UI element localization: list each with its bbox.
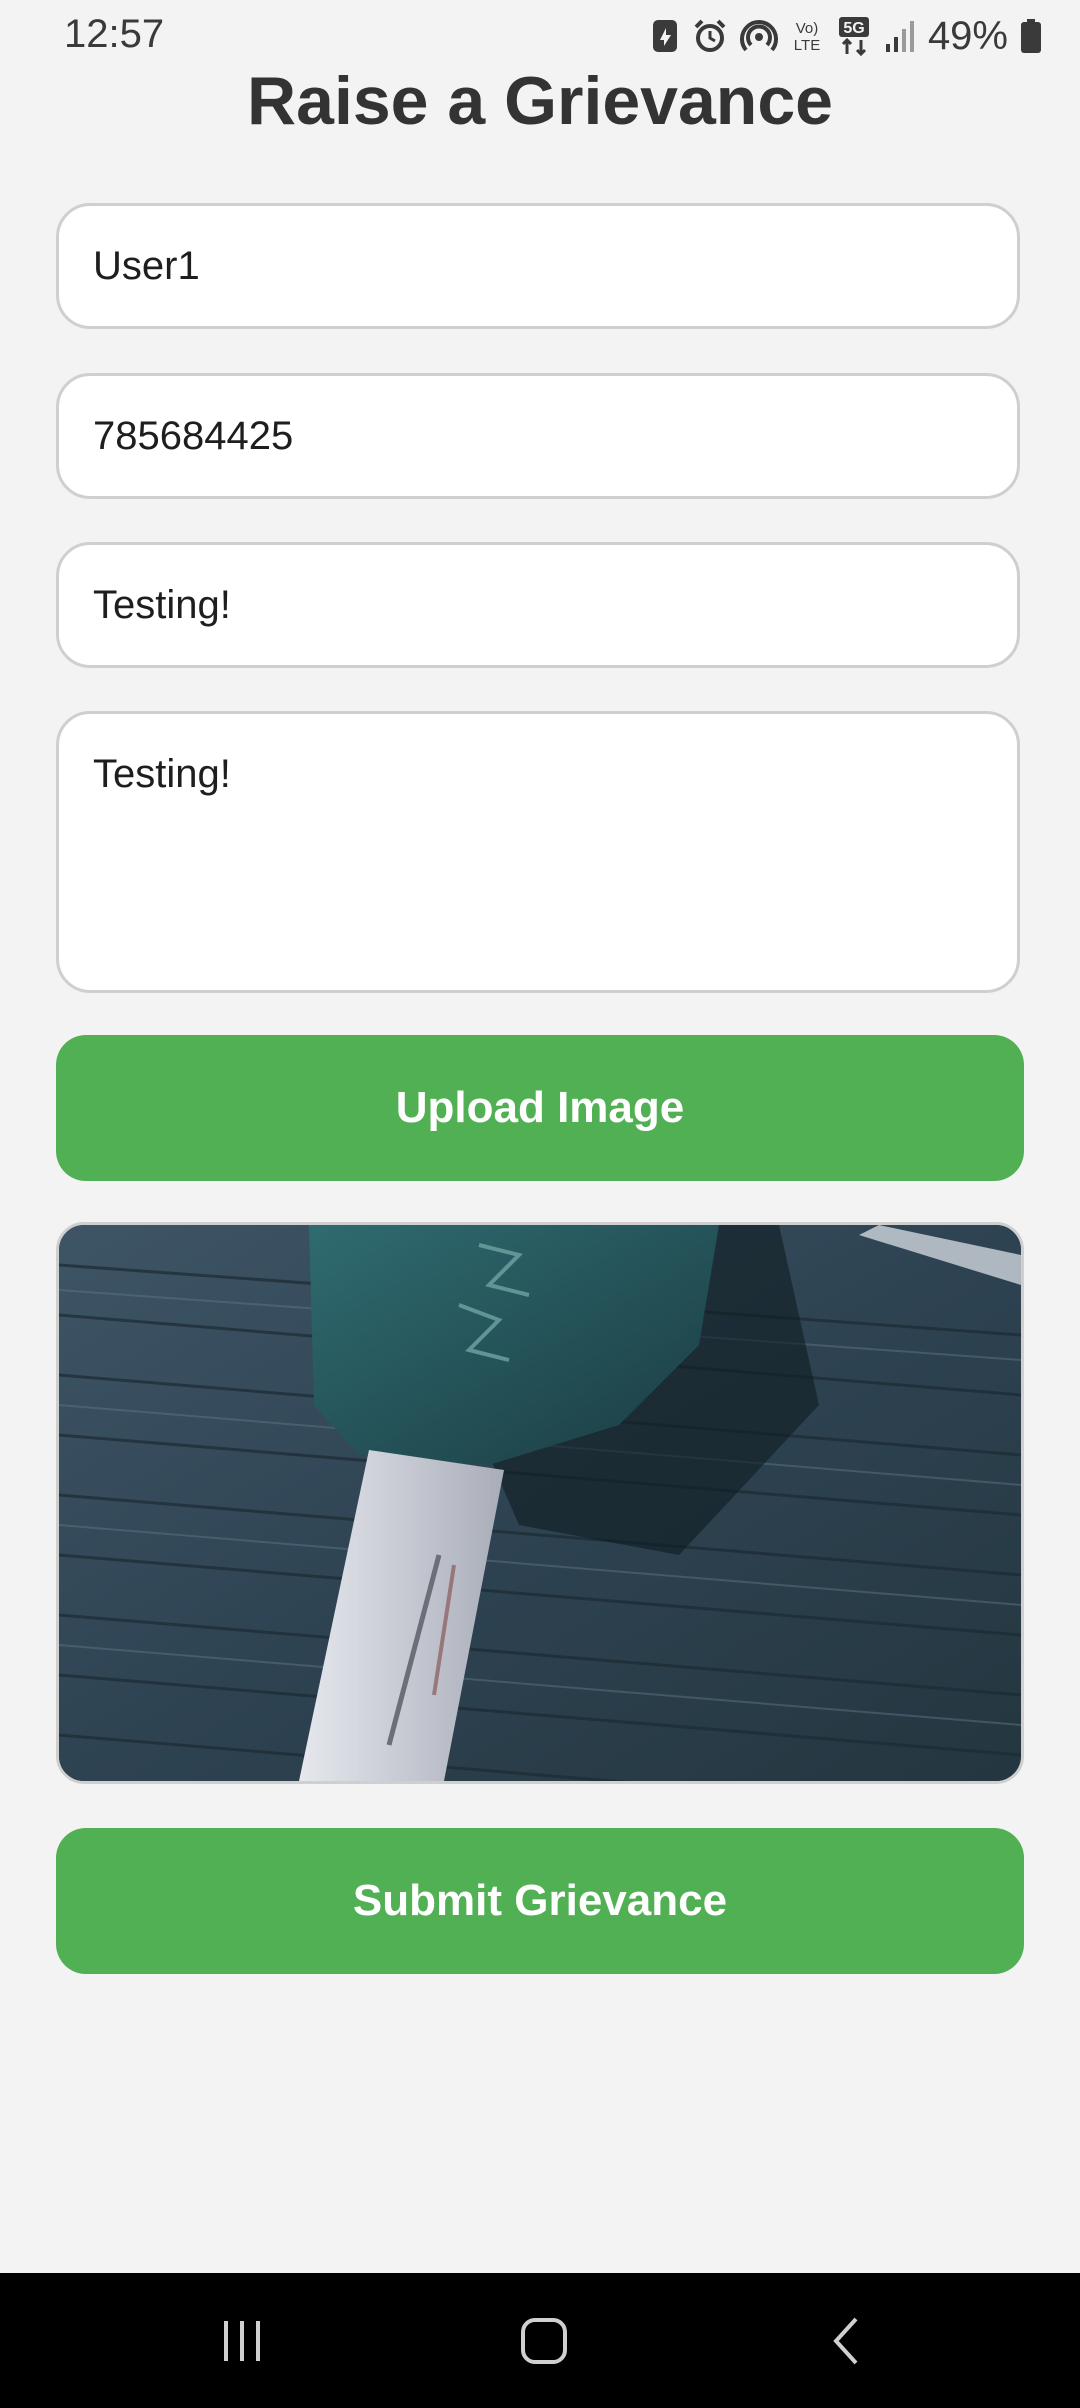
grievance-screen: 12:57 Vo) LTE 5G 49% Raise a Grievance U… [0, 0, 1080, 2408]
recents-button[interactable] [162, 2273, 322, 2408]
status-bar: 12:57 Vo) LTE 5G 49% [0, 0, 1080, 70]
status-icons: Vo) LTE 5G 49% [650, 14, 1042, 58]
name-field[interactable]: User1 [56, 203, 1020, 329]
phone-field-value: 785684425 [93, 413, 294, 458]
submit-grievance-button[interactable]: Submit Grievance [56, 1828, 1024, 1974]
back-icon [833, 2317, 858, 2364]
phone-field[interactable]: 785684425 [56, 373, 1020, 499]
volte-icon: Vo) LTE [790, 17, 824, 55]
name-field-value: User1 [93, 243, 200, 288]
description-field[interactable]: Testing! [56, 711, 1020, 993]
svg-text:LTE: LTE [794, 37, 820, 54]
upload-image-button[interactable]: Upload Image [56, 1035, 1024, 1181]
alarm-icon [692, 18, 728, 54]
page-title: Raise a Grievance [247, 63, 833, 139]
5g-icon: 5G [836, 16, 872, 56]
subject-field[interactable]: Testing! [56, 542, 1020, 668]
home-icon [521, 2317, 567, 2364]
battery-percent: 49% [927, 13, 1008, 58]
svg-text:Vo): Vo) [796, 20, 819, 37]
submit-grievance-button-label: Submit Grievance [352, 1876, 728, 1925]
battery-icon [1020, 18, 1042, 54]
uploaded-image-preview [56, 1222, 1024, 1784]
svg-text:5G: 5G [843, 20, 864, 37]
navigation-bar [0, 2273, 1080, 2408]
home-button[interactable] [464, 2273, 624, 2408]
signal-icon [884, 18, 914, 54]
status-time: 12:57 [64, 12, 165, 56]
description-field-value: Testing! [93, 752, 231, 796]
subject-field-value: Testing! [93, 582, 231, 627]
recents-icon [224, 2320, 260, 2361]
back-button[interactable] [766, 2273, 926, 2408]
upload-image-button-label: Upload Image [395, 1083, 685, 1132]
hotspot-icon [740, 18, 778, 54]
data-saver-icon [650, 18, 680, 54]
